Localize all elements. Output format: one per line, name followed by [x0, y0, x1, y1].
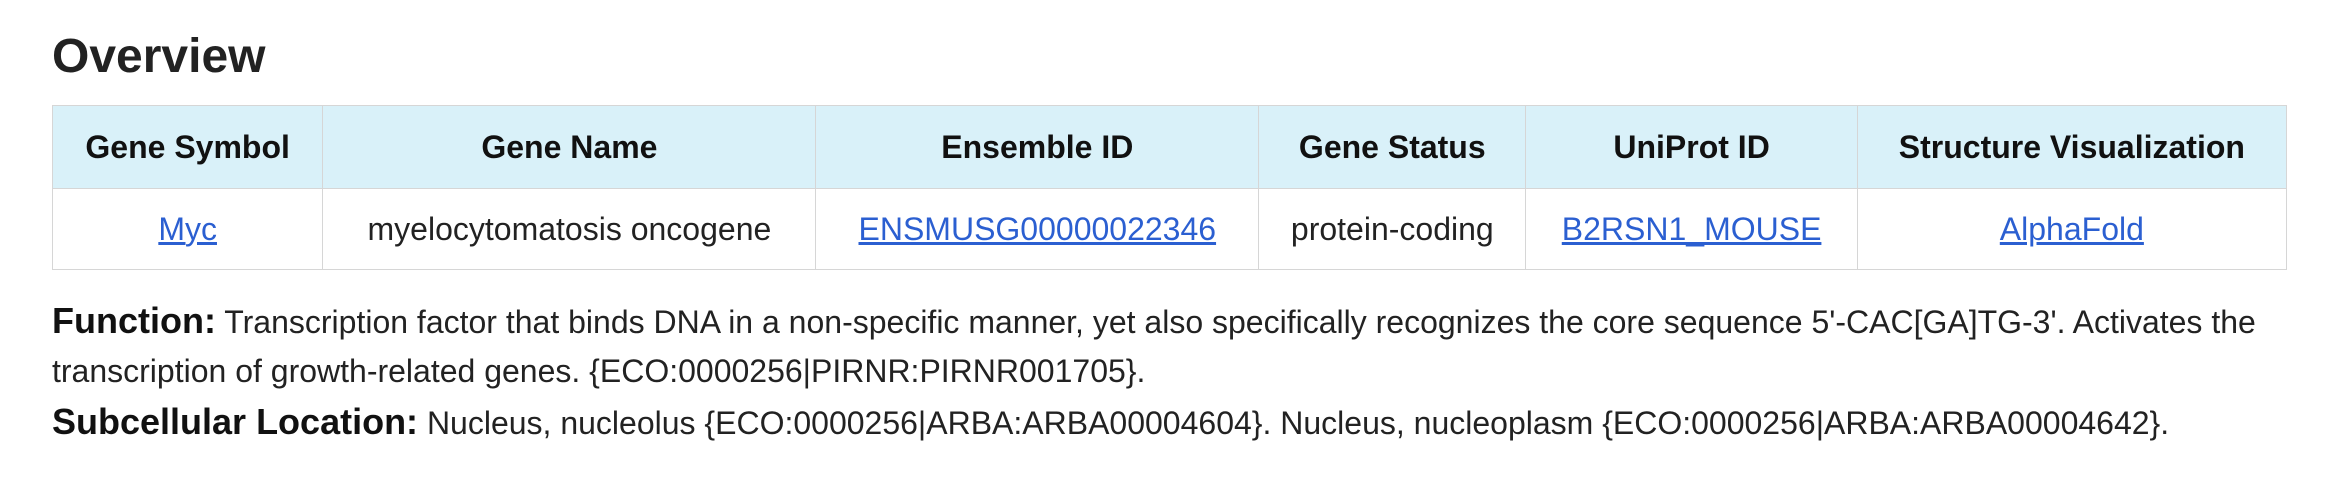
uniprot-id-link[interactable]: B2RSN1_MOUSE [1562, 211, 1822, 247]
subcellular-location-label: Subcellular Location: [52, 401, 419, 442]
column-header-ensemble-id: Ensemble ID [815, 105, 1260, 189]
function-paragraph: Function: Transcription factor that bind… [52, 296, 2287, 396]
ensemble-id-link[interactable]: ENSMUSG00000022346 [859, 211, 1217, 247]
cell-uniprot-id: B2RSN1_MOUSE [1525, 188, 1858, 270]
cell-ensemble-id: ENSMUSG00000022346 [815, 188, 1260, 270]
cell-gene-status: protein-coding [1258, 188, 1527, 270]
overview-page: Overview Gene Symbol Gene Name Ensemble … [0, 0, 2288, 448]
overview-table: Gene Symbol Gene Name Ensemble ID Gene S… [51, 105, 2288, 270]
subcellular-location-paragraph: Subcellular Location: Nucleus, nucleolus… [52, 397, 2287, 448]
cell-gene-name: myelocytomatosis oncogene [322, 188, 817, 270]
subcellular-location-text: Nucleus, nucleolus {ECO:0000256|ARBA:ARB… [426, 405, 2170, 441]
cell-gene-symbol: Myc [51, 188, 324, 270]
function-text: Transcription factor that binds DNA in a… [52, 304, 2256, 389]
gene-symbol-link[interactable]: Myc [158, 211, 217, 247]
column-header-uniprot-id: UniProt ID [1525, 105, 1858, 189]
alphafold-link[interactable]: AlphaFold [2000, 211, 2144, 247]
column-header-gene-status: Gene Status [1258, 105, 1527, 189]
table-header-row: Gene Symbol Gene Name Ensemble ID Gene S… [51, 105, 2288, 189]
table-row: Myc myelocytomatosis oncogene ENSMUSG000… [51, 188, 2288, 270]
cell-structure-visualization: AlphaFold [1856, 188, 2288, 270]
function-label: Function: [52, 300, 216, 341]
column-header-structure-visualization: Structure Visualization [1856, 105, 2288, 189]
gene-info-section: Function: Transcription factor that bind… [52, 296, 2287, 448]
column-header-gene-symbol: Gene Symbol [51, 105, 324, 189]
page-title: Overview [52, 30, 266, 83]
column-header-gene-name: Gene Name [322, 105, 817, 189]
